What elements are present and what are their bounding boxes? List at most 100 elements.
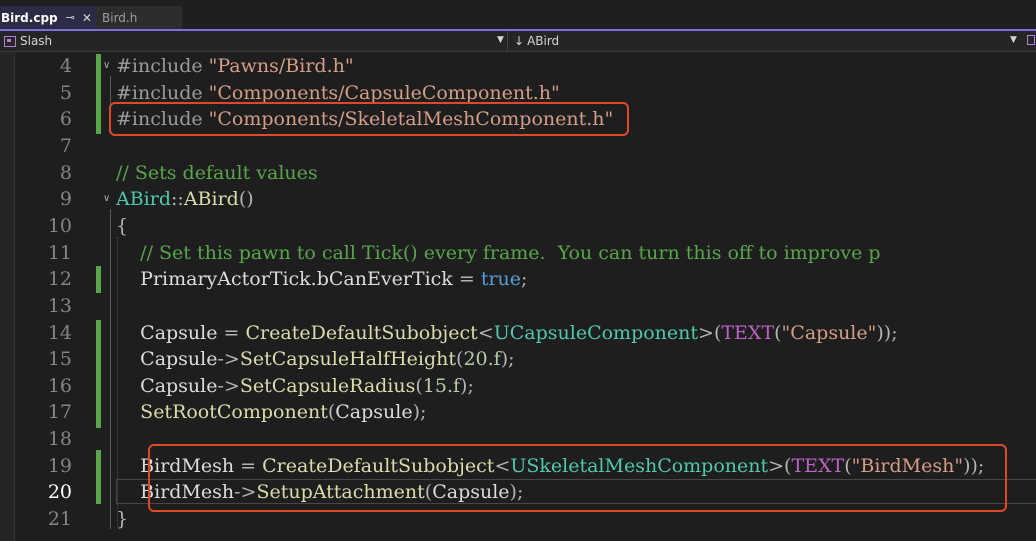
code-text: ABird::ABird() (116, 186, 254, 213)
code-token: ( (415, 374, 423, 397)
code-text: SetRootComponent(Capsule); (116, 399, 426, 426)
project-icon (4, 35, 16, 47)
code-line[interactable]: 17 SetRootComponent(Capsule); (0, 399, 1036, 426)
code-token: "Components/CapsuleComponent.h" (208, 81, 560, 104)
code-token: "Capsule" (781, 321, 877, 344)
code-token: SetRootComponent (140, 401, 328, 424)
pin-icon[interactable]: ⊸ (66, 11, 75, 24)
code-token: CreateDefaultSubobject (245, 321, 478, 344)
code-token: Capsule (335, 401, 413, 424)
code-token: #include (116, 81, 209, 104)
code-token: ( (774, 321, 782, 344)
code-text: // Sets default values (116, 160, 318, 187)
tab-bird-h[interactable]: Bird.h (96, 6, 182, 29)
code-text: Capsule->SetCapsuleHalfHeight(20.f); (116, 346, 515, 373)
line-number: 10 (47, 214, 72, 237)
code-text: #include "Pawns/Bird.h" (116, 53, 354, 80)
line-number: 8 (59, 161, 72, 184)
line-number: 18 (47, 428, 72, 451)
member-label: ABird (527, 34, 560, 48)
code-token: ); (412, 401, 427, 424)
code-token: ABird (183, 188, 239, 211)
code-token: < (477, 321, 494, 344)
code-line[interactable]: 15 Capsule->SetCapsuleHalfHeight(20.f); (0, 346, 1036, 373)
code-token: >( (698, 321, 722, 344)
code-line[interactable]: 7 (0, 133, 1036, 160)
chevron-down-icon: ▼ (497, 35, 504, 45)
code-token: Capsule (116, 348, 218, 371)
code-token: :: (171, 188, 184, 211)
code-token: UCapsuleComponent (493, 321, 699, 344)
close-icon[interactable]: ✕ (82, 11, 92, 25)
code-text: } (116, 506, 128, 533)
code-token: TEXT (721, 321, 775, 344)
line-number: 21 (47, 508, 72, 531)
line-number: 7 (59, 134, 72, 157)
code-token: true (480, 268, 522, 291)
tab-label: Bird.h (102, 10, 138, 25)
code-line[interactable]: 10 { (0, 213, 1036, 240)
code-token: ; (521, 268, 528, 291)
code-text: Capsule->SetCapsuleRadius(15.f); (116, 373, 474, 400)
code-line[interactable]: 4 #include "Pawns/Bird.h" (0, 53, 1036, 80)
code-token: // Sets default values (116, 161, 318, 184)
code-token: SetCapsuleHalfHeight (239, 348, 457, 371)
project-dropdown[interactable]: Slash ▼ (0, 31, 508, 51)
code-text: Capsule = CreateDefaultSubobject<UCapsul… (116, 320, 898, 347)
code-token: 20.f (463, 348, 501, 371)
code-token: () (238, 188, 254, 211)
code-token: // Set this pawn to call Tick() every fr… (140, 241, 881, 264)
code-token: -> (217, 374, 240, 397)
code-token: ABird (116, 188, 172, 211)
code-token: )); (876, 321, 898, 344)
code-line[interactable]: 13 (0, 293, 1036, 320)
line-number: 11 (47, 241, 72, 264)
member-arrow-icon: ↓ (514, 34, 525, 48)
code-line[interactable]: 11 // Set this pawn to call Tick() every… (0, 240, 1036, 267)
code-token: ); (460, 374, 474, 397)
highlight-birdmesh-lines (148, 444, 1007, 512)
code-token: ); (500, 348, 515, 371)
code-token: SetCapsuleRadius (239, 374, 416, 397)
code-token: = (223, 321, 246, 344)
code-token: 15.f (422, 374, 461, 397)
code-token: = (458, 268, 481, 291)
code-text: PrimaryActorTick.bCanEverTick = true; (116, 266, 527, 293)
project-label: Slash (20, 34, 53, 48)
tab-label: Bird.cpp (1, 10, 58, 25)
line-number: 12 (47, 268, 72, 291)
code-text: { (116, 213, 128, 240)
code-token: PrimaryActorTick.bCanEverTick (116, 268, 459, 291)
code-line[interactable]: 8 // Sets default values (0, 160, 1036, 187)
highlight-include-skeletal-mesh (109, 102, 629, 136)
code-line[interactable]: 12 PrimaryActorTick.bCanEverTick = true; (0, 266, 1036, 293)
line-number: 17 (47, 401, 72, 424)
code-line[interactable]: 9 ABird::ABird() (0, 186, 1036, 213)
code-line[interactable]: 16 Capsule->SetCapsuleRadius(15.f); (0, 373, 1036, 400)
chevron-down-icon: ▼ (1010, 35, 1017, 45)
line-number: 15 (47, 348, 72, 371)
code-token: #include (116, 55, 209, 77)
code-token: "Pawns/Bird.h" (208, 55, 354, 77)
navigation-bar: Slash ▼ ↓ ABird ▼ (0, 31, 1036, 52)
code-line[interactable]: 14 Capsule = CreateDefaultSubobject<UCap… (0, 320, 1036, 347)
line-number: 16 (47, 374, 72, 397)
code-text: // Set this pawn to call Tick() every fr… (116, 240, 881, 267)
code-token: { (116, 214, 129, 237)
line-number: 20 (47, 481, 72, 504)
line-number: 4 (59, 55, 72, 77)
class-icon (1027, 35, 1035, 45)
line-number: 6 (59, 108, 72, 131)
member-dropdown[interactable]: ↓ ABird ▼ (510, 31, 1020, 51)
line-number: 14 (47, 321, 72, 344)
line-number: 19 (47, 454, 72, 477)
code-token: -> (217, 348, 240, 371)
code-editor[interactable]: ∨ ∨ 4 #include "Pawns/Bird.h" 5 #include "C… (0, 52, 1036, 541)
code-token: } (116, 508, 129, 531)
code-token: Capsule (116, 321, 224, 344)
tab-bird-cpp[interactable]: Bird.cpp ⊸ ✕ (0, 6, 96, 29)
document-tab-bar: Bird.cpp ⊸ ✕ Bird.h (0, 0, 1036, 31)
line-number: 9 (59, 188, 72, 211)
